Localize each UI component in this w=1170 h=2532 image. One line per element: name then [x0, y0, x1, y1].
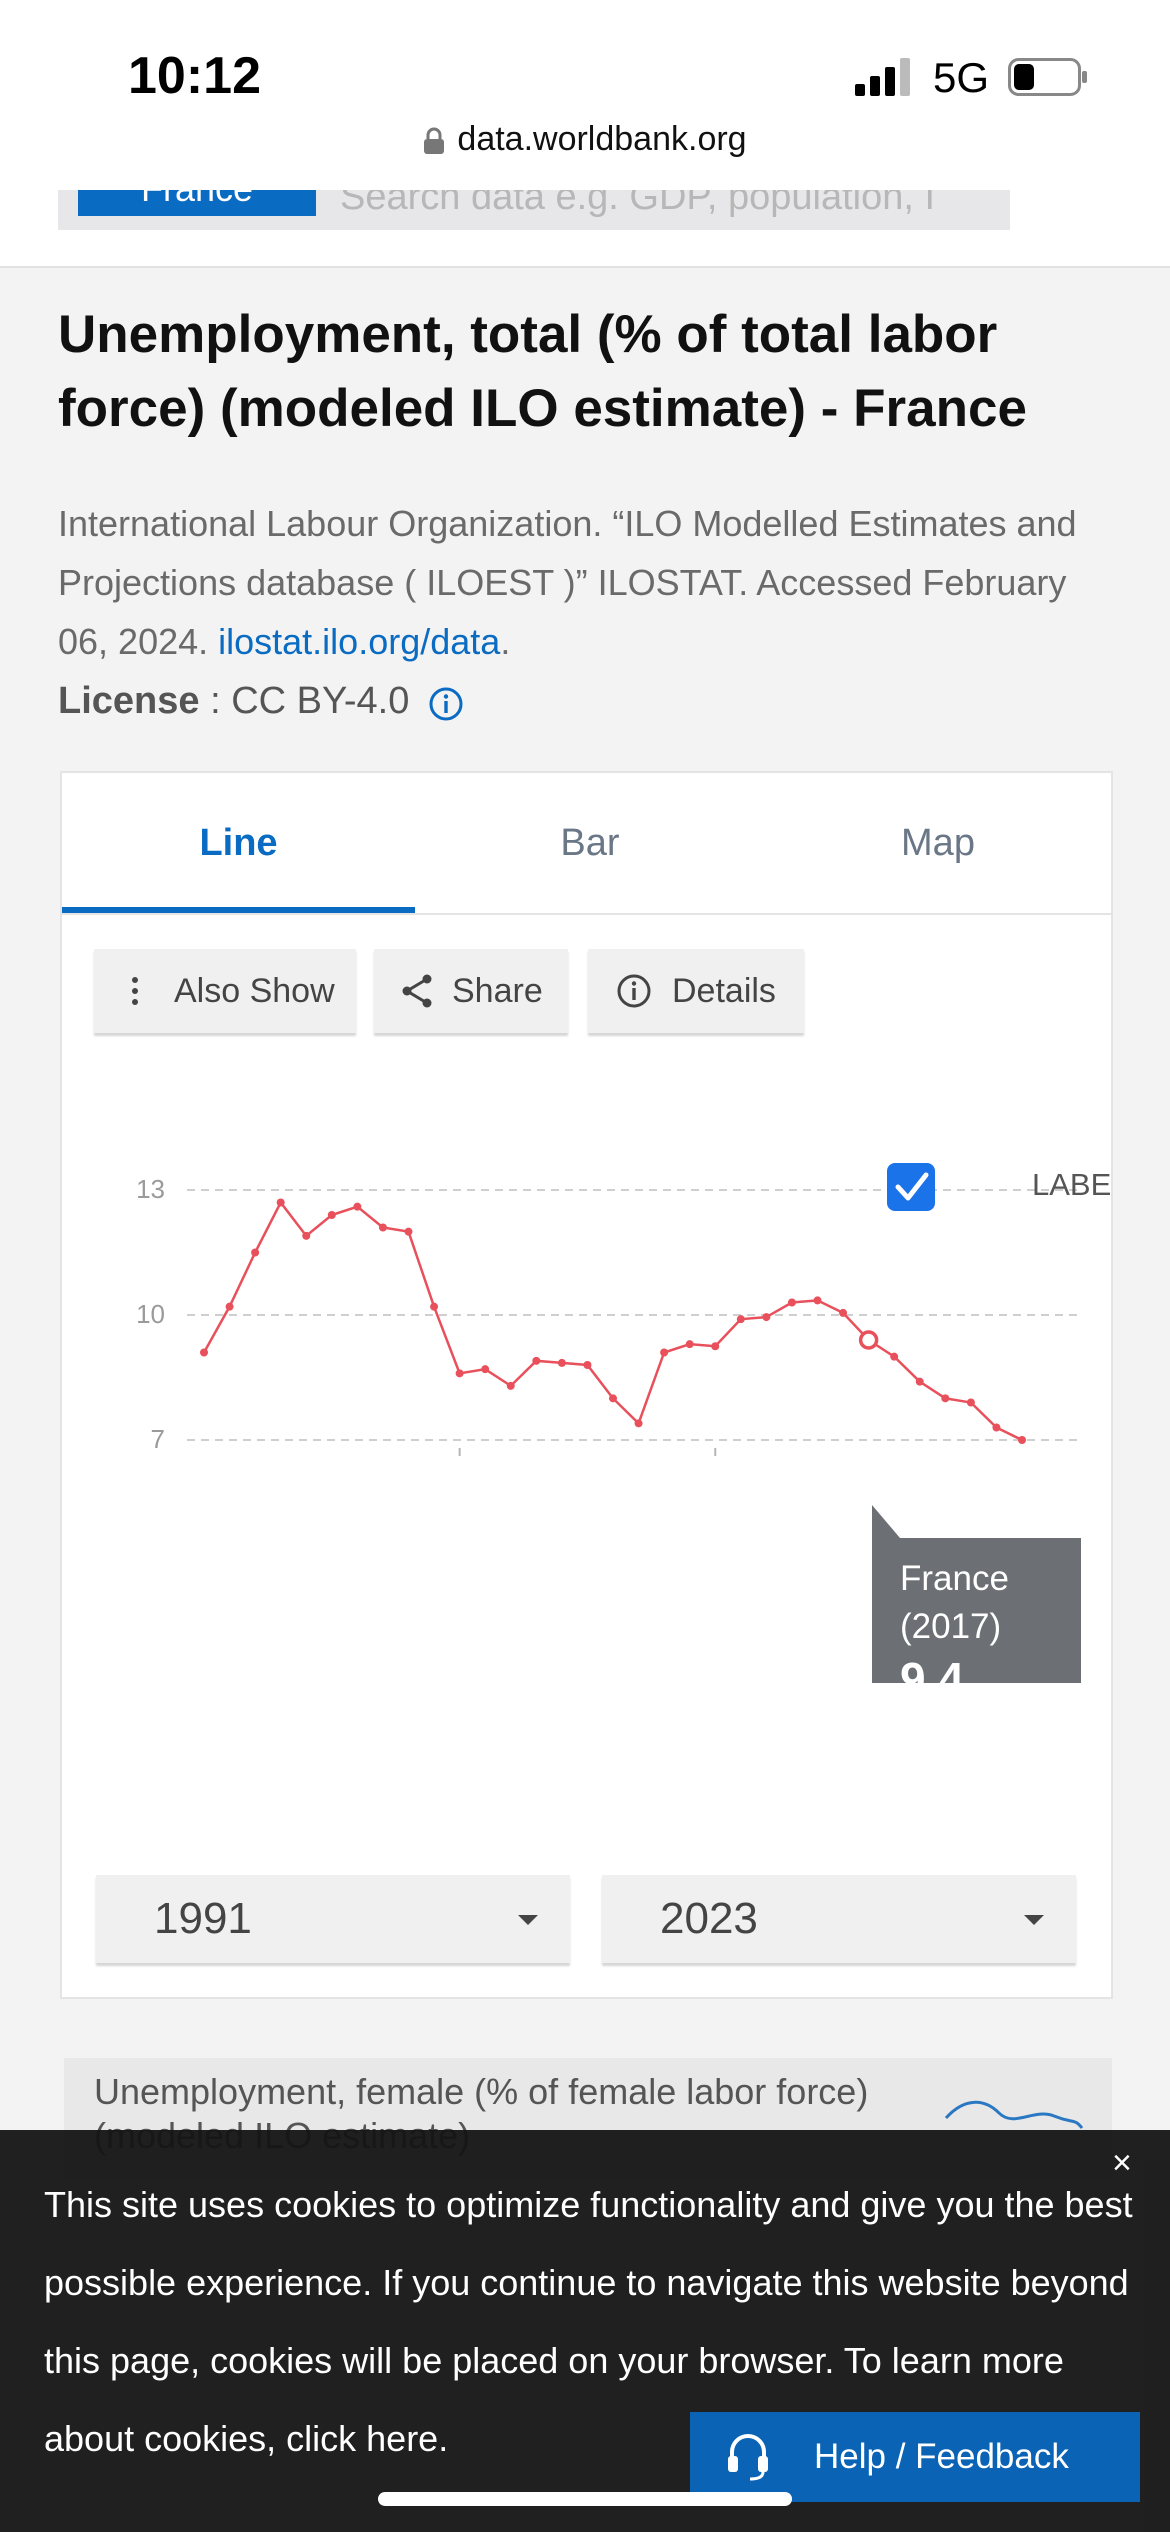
tab-divider [62, 913, 1111, 915]
data-point[interactable] [200, 1348, 208, 1357]
label-toggle-text: LABEL [1032, 1167, 1111, 1202]
source-link[interactable]: ilostat.ilo.org/data [218, 621, 500, 662]
start-year-value: 1991 [154, 1894, 252, 1943]
url-text: data.worldbank.org [457, 120, 747, 158]
data-point[interactable] [941, 1394, 950, 1403]
also-show-label: Also Show [174, 972, 335, 1010]
data-point[interactable] [762, 1313, 771, 1322]
tooltip-year: (2017) [900, 1607, 1001, 1646]
data-point[interactable] [353, 1202, 362, 1211]
tooltip-country: France [900, 1559, 1009, 1598]
y-tick-label: 7 [151, 1424, 165, 1454]
details-button[interactable]: Details [588, 949, 804, 1033]
search-placeholder: Search data e.g. GDP, population, I [340, 190, 936, 218]
series-line-france [202, 1200, 1023, 1442]
home-indicator[interactable] [378, 2492, 792, 2506]
data-point[interactable] [302, 1231, 311, 1240]
tab-map[interactable]: Map [765, 773, 1111, 913]
signal-icon [855, 58, 910, 96]
data-point[interactable] [583, 1361, 592, 1369]
details-icon [617, 974, 651, 1008]
data-point[interactable] [378, 1223, 387, 1232]
source-text: International Labour Organization. “ILO … [58, 503, 1077, 662]
data-point[interactable] [966, 1398, 975, 1407]
more-vertical-icon [132, 977, 138, 1005]
url-bar[interactable]: data.worldbank.org [0, 120, 1170, 159]
y-tick-label: 10 [136, 1299, 165, 1329]
lock-icon [424, 127, 445, 155]
end-year-select[interactable]: 2023 [602, 1875, 1076, 1963]
battery-icon [1008, 58, 1087, 96]
data-point[interactable] [225, 1302, 234, 1311]
page-title: Unemployment, total (% of total labor fo… [58, 305, 1027, 438]
tab-line[interactable]: Line [62, 773, 415, 913]
chart-card: Line Bar Map Also Show Share Details 7 10… [60, 771, 1113, 1999]
line-chart[interactable]: 7 10 13 LABEL France (2017) 9.4 [62, 1063, 1111, 1683]
source-end: . [500, 621, 511, 662]
share-label: Share [452, 972, 543, 1010]
data-point[interactable] [915, 1377, 924, 1386]
source-citation: International Labour Organization. “ILO … [58, 494, 1118, 671]
data-point[interactable] [736, 1315, 745, 1324]
status-time: 10:12 [128, 47, 261, 105]
help-feedback-label: Help / Feedback [814, 2437, 1069, 2476]
data-point[interactable] [532, 1356, 541, 1365]
data-point[interactable] [557, 1358, 566, 1367]
country-search-button[interactable]: France [78, 190, 316, 216]
network-type: 5G [933, 54, 990, 101]
end-year-value: 2023 [660, 1894, 758, 1943]
highlighted-point[interactable] [858, 1330, 879, 1350]
data-point[interactable] [839, 1308, 848, 1317]
data-point[interactable] [404, 1227, 413, 1236]
details-label: Details [672, 972, 776, 1010]
license-value: CC BY-4.0 [231, 680, 410, 722]
data-point[interactable] [327, 1211, 336, 1219]
license-line: License : CC BY-4.0 [58, 680, 409, 723]
data-point[interactable] [455, 1369, 464, 1378]
license-separator: : [199, 680, 232, 722]
data-point[interactable] [813, 1296, 822, 1305]
chevron-down-icon [1024, 1915, 1044, 1925]
share-button[interactable]: Share [374, 949, 568, 1033]
tooltip-value: 9.4 [900, 1653, 964, 1683]
share-icon [402, 974, 432, 1008]
data-point[interactable] [276, 1198, 285, 1207]
data-point[interactable] [430, 1302, 439, 1311]
license-label: License [58, 680, 200, 722]
data-point[interactable] [685, 1340, 694, 1349]
start-year-select[interactable]: 1991 [96, 1875, 570, 1963]
help-feedback-button[interactable]: Help / Feedback [690, 2412, 1140, 2502]
data-point[interactable] [481, 1365, 490, 1374]
checkbox-icon[interactable] [887, 1163, 935, 1211]
data-point[interactable] [660, 1348, 669, 1357]
also-show-button[interactable]: Also Show [94, 949, 356, 1033]
tab-bar[interactable]: Bar [415, 773, 765, 913]
y-tick-label: 13 [136, 1174, 165, 1204]
data-point[interactable] [634, 1419, 643, 1428]
data-point[interactable] [609, 1394, 617, 1403]
data-point[interactable] [787, 1298, 796, 1307]
info-icon[interactable] [428, 686, 464, 722]
data-point[interactable] [1018, 1436, 1026, 1444]
data-point[interactable] [506, 1381, 515, 1390]
data-point[interactable] [251, 1248, 260, 1257]
headset-icon [728, 2434, 768, 2481]
search-bar: France Search data e.g. GDP, population,… [0, 190, 1170, 268]
data-point[interactable] [711, 1342, 720, 1351]
chevron-down-icon [518, 1915, 538, 1925]
data-point[interactable] [890, 1352, 899, 1361]
data-point[interactable] [992, 1423, 1001, 1432]
